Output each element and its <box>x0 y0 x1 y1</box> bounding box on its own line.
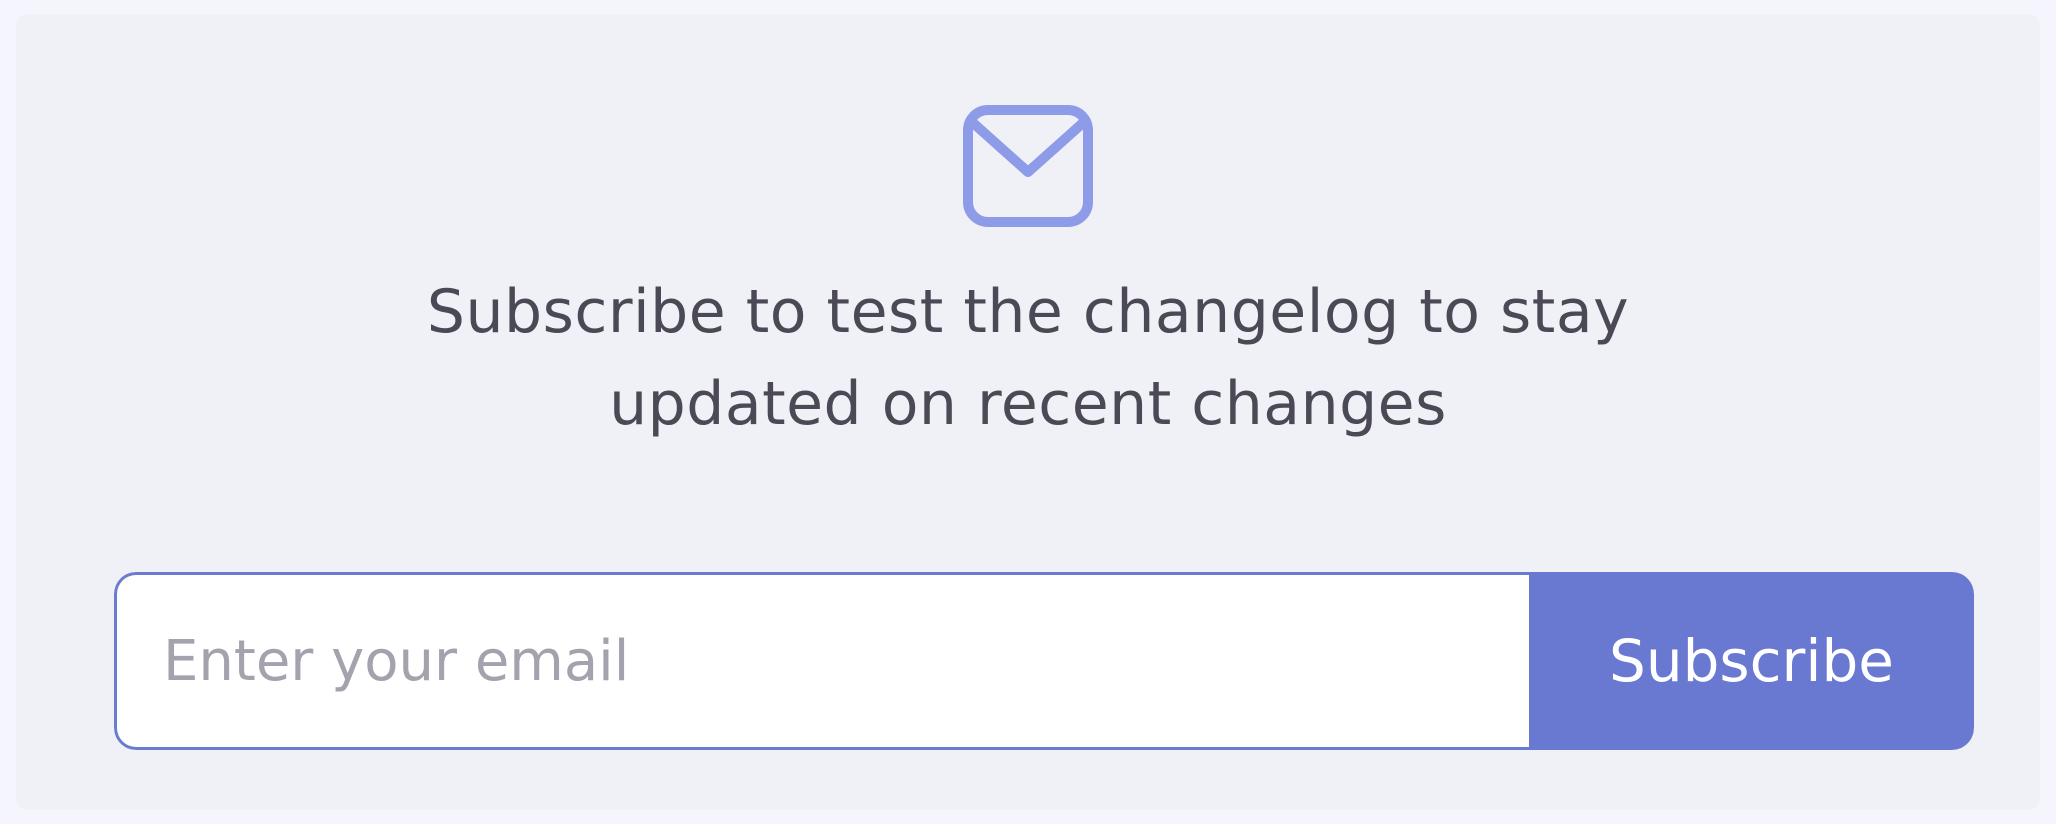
email-input[interactable] <box>114 572 1529 750</box>
subscribe-form: Subscribe <box>114 572 1974 750</box>
mail-icon <box>962 104 1094 228</box>
subscribe-button[interactable]: Subscribe <box>1529 572 1974 750</box>
page-frame: Subscribe to test the changelog to stay … <box>0 0 2056 824</box>
newsletter-card: Subscribe to test the changelog to stay … <box>16 14 2040 810</box>
subscribe-message: Subscribe to test the changelog to stay … <box>426 277 1630 439</box>
